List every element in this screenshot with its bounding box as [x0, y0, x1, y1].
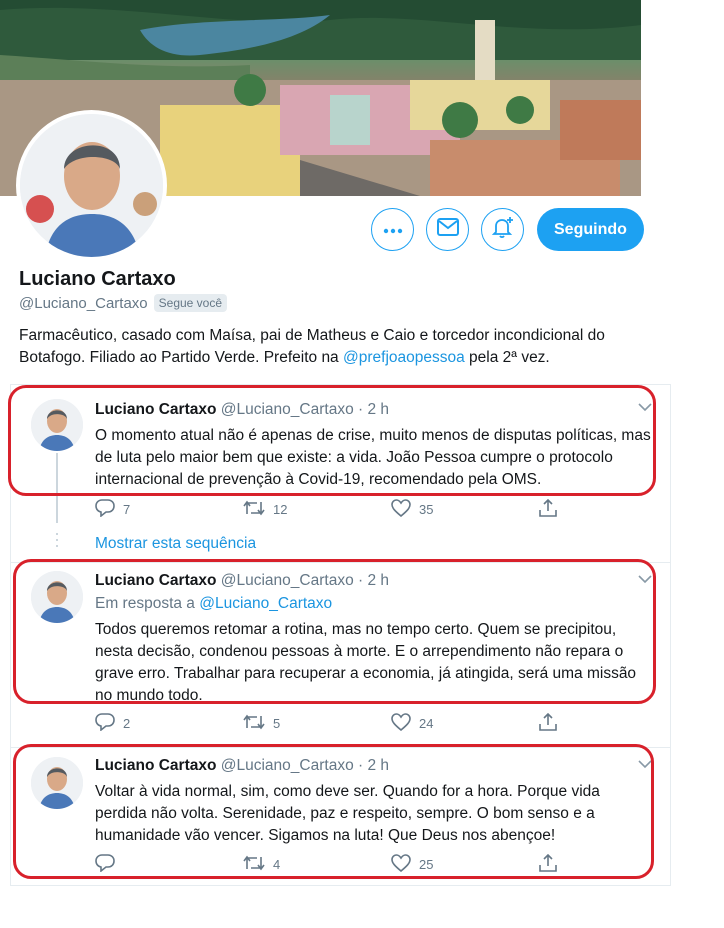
share-button[interactable] [539, 712, 557, 734]
retweet-icon [243, 500, 265, 519]
bell-plus-icon [491, 215, 515, 244]
like-button[interactable]: 35 [391, 499, 539, 520]
chevron-down-icon[interactable] [638, 571, 652, 589]
share-icon [539, 712, 557, 734]
tweet-actions: 4 25 [95, 853, 565, 875]
reply-count: 2 [123, 716, 131, 731]
tweet-author-name[interactable]: Luciano Cartaxo [95, 572, 216, 589]
share-button[interactable] [539, 853, 557, 875]
profile-handle: @Luciano_Cartaxo [19, 294, 148, 312]
tweet-author-handle[interactable]: @Luciano_Cartaxo [221, 572, 354, 589]
tweet-header: Luciano Cartaxo @Luciano_Cartaxo · 2 h [95, 401, 389, 419]
chevron-down-icon[interactable] [638, 756, 652, 774]
tweet-author-handle[interactable]: @Luciano_Cartaxo [221, 757, 354, 774]
show-thread-link[interactable]: Mostrar esta sequência [95, 535, 256, 553]
reply-button[interactable]: 2 [95, 713, 243, 734]
bio-link[interactable]: @prefjoaopessoa [343, 349, 465, 366]
avatar[interactable] [31, 399, 83, 451]
mail-icon [436, 218, 459, 241]
follows-you-badge: Segue você [153, 294, 228, 312]
reply-icon [95, 499, 115, 520]
reply-button[interactable] [95, 854, 243, 875]
more-options-button[interactable] [371, 208, 414, 251]
reply-to-line: Em resposta a @Luciano_Cartaxo [95, 595, 332, 613]
notifications-button[interactable] [481, 208, 524, 251]
more-options-icon [383, 221, 403, 239]
like-button[interactable]: 24 [391, 713, 539, 734]
tweet-time[interactable]: · 2 h [358, 572, 389, 589]
retweet-count: 4 [273, 857, 281, 872]
tweet-header: Luciano Cartaxo @Luciano_Cartaxo · 2 h [95, 572, 389, 590]
profile-avatar[interactable] [16, 110, 167, 261]
tweet-text: Voltar à vida normal, sim, como deve ser… [95, 783, 600, 844]
tweet-actions: 2 5 24 [95, 712, 565, 734]
retweet-button[interactable]: 4 [243, 854, 391, 875]
like-count: 25 [419, 857, 434, 872]
like-button[interactable]: 25 [391, 854, 539, 875]
thread-line [56, 453, 58, 523]
reply-icon [95, 854, 115, 875]
heart-icon [391, 854, 411, 875]
bio-suffix: pela 2ª vez. [464, 349, 550, 366]
tweet-actions: 7 12 35 [95, 498, 565, 520]
profile-handle-row: @Luciano_Cartaxo Segue você [19, 294, 228, 312]
message-button[interactable] [426, 208, 469, 251]
reply-to-label: Em resposta a [95, 595, 200, 612]
divider [11, 747, 670, 748]
reply-to-handle[interactable]: @Luciano_Cartaxo [199, 595, 332, 612]
share-button[interactable] [539, 498, 557, 520]
retweet-button[interactable]: 12 [243, 499, 391, 520]
retweet-icon [243, 714, 265, 733]
profile-bio: Farmacêutico, casado com Maísa, pai de M… [19, 325, 659, 369]
retweet-count: 12 [273, 502, 288, 517]
tweet-text: O momento atual não é apenas de crise, m… [95, 427, 651, 488]
profile-actions: Seguindo [371, 208, 644, 251]
profile-name: Luciano Cartaxo [19, 268, 176, 290]
reply-count: 7 [123, 502, 131, 517]
profile-photo [20, 114, 163, 257]
timeline: Luciano Cartaxo @Luciano_Cartaxo · 2 h O… [10, 384, 671, 886]
following-button[interactable]: Seguindo [537, 208, 644, 251]
heart-icon [391, 499, 411, 520]
avatar[interactable] [31, 571, 83, 623]
tweet-time[interactable]: · 2 h [358, 401, 389, 418]
reply-icon [95, 713, 115, 734]
tweet-author-handle[interactable]: @Luciano_Cartaxo [221, 401, 354, 418]
like-count: 24 [419, 716, 434, 731]
tweet-text: Todos queremos retomar a rotina, mas no … [95, 621, 637, 704]
share-icon [539, 853, 557, 875]
heart-icon [391, 713, 411, 734]
tweet-header: Luciano Cartaxo @Luciano_Cartaxo · 2 h [95, 757, 389, 775]
thread-dots [56, 533, 58, 551]
tweet-author-name[interactable]: Luciano Cartaxo [95, 401, 216, 418]
like-count: 35 [419, 502, 434, 517]
chevron-down-icon[interactable] [638, 399, 652, 417]
retweet-count: 5 [273, 716, 281, 731]
tweet-time[interactable]: · 2 h [358, 757, 389, 774]
divider [11, 562, 670, 563]
share-icon [539, 498, 557, 520]
reply-button[interactable]: 7 [95, 499, 243, 520]
retweet-button[interactable]: 5 [243, 713, 391, 734]
retweet-icon [243, 855, 265, 874]
tweet-author-name[interactable]: Luciano Cartaxo [95, 757, 216, 774]
avatar[interactable] [31, 757, 83, 809]
